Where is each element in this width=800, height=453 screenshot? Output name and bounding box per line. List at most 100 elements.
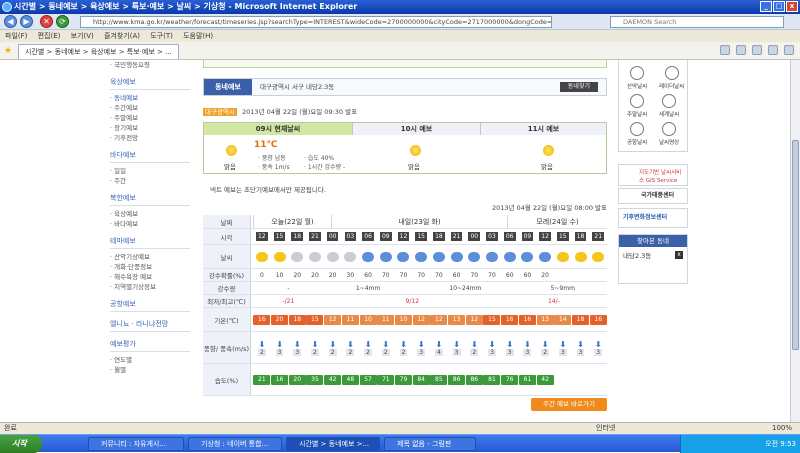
nav-item[interactable]: · 바다예보 <box>110 219 190 229</box>
temp-row: 기온(℃) 16 20 18 15 12 11 10 11 10 12 12 13 12 15 16 16 13… <box>203 308 607 332</box>
humidity-cell: 84 <box>412 364 430 395</box>
nav-item[interactable]: · 일일 <box>110 166 190 176</box>
gis-service-banner[interactable]: 지도기반 날씨서비스 GIS Service <box>618 164 688 186</box>
nav-group-title[interactable]: 북한예보 <box>110 193 190 206</box>
wind-cell: ⬇ 3 <box>488 339 496 356</box>
feeds-icon[interactable] <box>736 45 746 55</box>
nav-group-title[interactable]: 테마예보 <box>110 236 190 249</box>
humidity-cell: 21 <box>253 364 271 395</box>
rain-icon <box>521 251 534 262</box>
nav-item[interactable]: · 지역별기상정보 <box>110 282 190 292</box>
wind-cell: ⬇ 2 <box>328 339 337 356</box>
row-label: 최저/최고(℃) <box>203 295 251 307</box>
current-weather: 맑음 <box>224 163 236 171</box>
airport-weather-link[interactable]: 공항날씨 <box>627 122 647 146</box>
refresh-icon[interactable]: ⟳ <box>56 15 69 28</box>
announcement: 대구광역시 2013년 04월 22일 (월)요일 09:30 발표 <box>203 106 357 116</box>
favorites-star-icon[interactable]: ★ <box>4 46 12 56</box>
sun-icon <box>410 145 421 156</box>
current-header: 09시 현재날씨 <box>204 123 352 135</box>
temp-cell: 14 <box>554 308 572 331</box>
taskbar: 시작 커뮤니티 : 자유게시... 기상청 : 네이버 통합... 시간별 > … <box>0 434 800 453</box>
menu-view[interactable]: 보기(V) <box>71 32 94 40</box>
maximize-button[interactable]: □ <box>773 1 785 12</box>
temp-cell: 12 <box>430 308 448 331</box>
menu-favorites[interactable]: 즐겨찾기(A) <box>104 32 140 40</box>
nav-item[interactable]: · 장기예보 <box>110 123 190 133</box>
nav-item[interactable]: · 주말예보 <box>110 113 190 123</box>
wind-cell: ⬇ 3 <box>558 339 567 356</box>
remove-icon[interactable]: x <box>675 251 683 259</box>
weekend-weather-link[interactable]: 주말날씨 <box>627 94 647 118</box>
recent-dong-title: 찾아본 동네 <box>619 235 687 247</box>
menu-bar: 파일(F) 편집(E) 보기(V) 즐겨찾기(A) 도구(T) 도움말(H) <box>0 30 800 42</box>
back-icon[interactable]: ◀ <box>4 15 17 28</box>
nav-item-dongne[interactable]: · 동네예보 <box>110 93 190 103</box>
climate-center-banner[interactable]: 기후변화정보센터 <box>618 208 688 228</box>
stop-icon[interactable]: ✕ <box>40 15 53 28</box>
humidity-cell: 20 <box>288 364 306 395</box>
search-input[interactable]: DAEMON Search <box>610 16 784 28</box>
mountain-weather-link[interactable]: 산악날씨 <box>627 66 647 90</box>
nav-item[interactable]: · 국민행동요령 <box>110 60 190 70</box>
taskbar-item[interactable]: 제목 없음 - 그림판 <box>384 437 476 451</box>
start-button[interactable]: 시작 <box>0 435 42 453</box>
menu-help[interactable]: 도움말(H) <box>183 32 213 40</box>
hour-cell: 00 <box>326 232 339 241</box>
pop-cell: 70 <box>488 271 496 279</box>
scroll-thumb[interactable] <box>792 140 799 350</box>
nav-group-title[interactable]: 육상예보 <box>110 77 190 90</box>
hour-cell: 15 <box>273 232 286 241</box>
find-dong-button[interactable]: 동네찾기 <box>559 82 598 92</box>
humidity-cell: 81 <box>483 364 501 395</box>
pop-cell: 70 <box>435 271 443 279</box>
nav-group-title[interactable]: 예보평가 <box>110 339 190 352</box>
sky-cell <box>359 245 377 268</box>
nav-item[interactable]: · 개화·단풍정보 <box>110 262 190 272</box>
menu-edit[interactable]: 편집(E) <box>38 32 61 40</box>
nav-item[interactable]: · 주간예보 <box>110 103 190 113</box>
nav-item[interactable]: · 월별 <box>110 365 190 375</box>
world-weather-link[interactable]: 세계날씨 <box>659 94 679 118</box>
page-icon[interactable] <box>768 45 778 55</box>
menu-file[interactable]: 파일(F) <box>5 32 27 40</box>
row-label: 시각 <box>203 229 251 244</box>
nav-group-title[interactable]: 엘니뇨 · 라니냐전망 <box>110 319 190 332</box>
current-weather-panel: 09시 현재날씨 10시 예보 11시 예보 맑음 11℃ · 풍향 남동 · … <box>203 122 607 174</box>
taskbar-item[interactable]: 기상청 : 네이버 통합... <box>188 437 282 451</box>
sky-cell <box>253 245 271 268</box>
nav-item[interactable]: · 주간 <box>110 176 190 186</box>
nav-item[interactable]: · 해수욕장 예보 <box>110 272 190 282</box>
nav-item[interactable]: · 기후전망 <box>110 133 190 143</box>
temp-cell: 11 <box>377 308 395 331</box>
home-icon[interactable] <box>720 45 730 55</box>
print-icon[interactable] <box>752 45 762 55</box>
zoom-level[interactable]: 100% <box>772 423 792 434</box>
radar-weather-link[interactable]: 레이더날씨 <box>659 66 684 90</box>
forward-icon[interactable]: ▶ <box>20 15 33 28</box>
forecast-10-header: 10시 예보 <box>352 123 480 135</box>
close-button[interactable]: x <box>786 1 798 12</box>
minimize-button[interactable]: _ <box>760 1 772 12</box>
nav-item[interactable]: · 산악기상예보 <box>110 252 190 262</box>
sky-cell <box>572 245 590 268</box>
nav-group-title[interactable]: 공항예보 <box>110 299 190 312</box>
nav-group-title[interactable]: 바다예보 <box>110 150 190 163</box>
taskbar-item-active[interactable]: 시간별 > 동네예보 >... <box>286 437 380 451</box>
url-input[interactable]: http://www.kma.go.kr/weather/forecast/ti… <box>80 16 552 28</box>
weekly-forecast-button[interactable]: 주간 예보 바로가기 <box>531 398 607 411</box>
cloud-icon <box>344 251 357 262</box>
menu-tools[interactable]: 도구(T) <box>150 32 173 40</box>
temp-cell: 16 <box>253 308 271 331</box>
weather-video-link[interactable]: 날씨영상 <box>659 122 679 146</box>
taskbar-item[interactable]: 커뮤니티 : 자유게시... <box>88 437 184 451</box>
nav-item[interactable]: · 육상예보 <box>110 209 190 219</box>
nav-item[interactable]: · 연도별 <box>110 355 190 365</box>
forecast-note: 넥트 예보는 초단기예보에서만 제공됩니다. <box>210 186 326 194</box>
vertical-scrollbar[interactable] <box>790 60 800 422</box>
sky-cell <box>306 245 324 268</box>
minmax-row: 최저/최고(℃) -/21 9/12 14/- <box>203 295 607 308</box>
typhoon-center-banner[interactable]: 국가태풍센터 <box>618 188 688 204</box>
tools-icon[interactable] <box>784 45 794 55</box>
tab-current[interactable]: 시간별 > 동네예보 > 육상예보 > 특보·예보 > ... <box>18 44 179 59</box>
